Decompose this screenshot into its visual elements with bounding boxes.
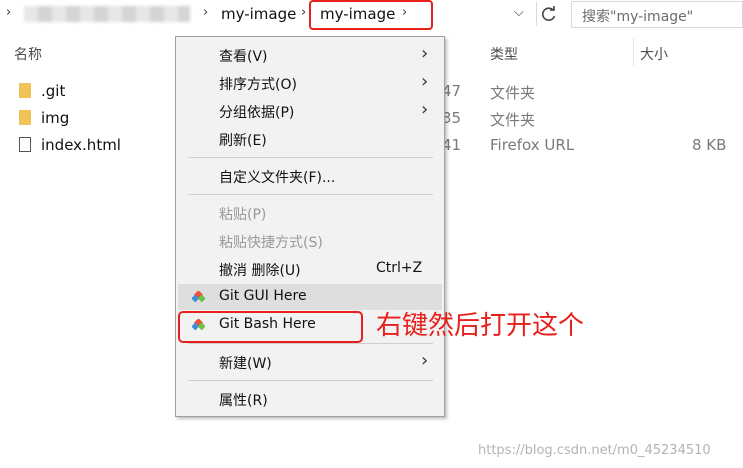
search-placeholder: 搜索"my-image"	[582, 9, 694, 25]
menu-item-customize-folder[interactable]: 自定义文件夹(F)...	[178, 163, 442, 189]
menu-item-label: 属性(R)	[219, 393, 268, 409]
menu-item-paste-shortcut[interactable]: 粘贴快捷方式(S)	[178, 228, 442, 254]
file-size: 8 KB	[692, 136, 727, 154]
blurred-path	[24, 6, 190, 22]
menu-item-undo-delete[interactable]: 撤消 删除(U) Ctrl+Z	[178, 256, 442, 282]
highlight-box-breadcrumb	[309, 0, 433, 30]
highlight-box-git-bash	[178, 311, 363, 343]
address-bar: › › my-image › my-image › ⌵ 搜索"my-image"	[0, 0, 743, 30]
menu-separator	[188, 157, 433, 158]
submenu-arrow-icon: ›	[421, 99, 429, 120]
menu-item-paste[interactable]: 粘贴(P)	[178, 200, 442, 226]
menu-item-label: 排序方式(O)	[219, 77, 297, 93]
folder-icon	[19, 83, 31, 98]
menu-item-label: 查看(V)	[219, 49, 268, 65]
menu-item-properties[interactable]: 属性(R)	[178, 386, 442, 412]
menu-item-sort[interactable]: 排序方式(O) ›	[178, 70, 442, 96]
menu-item-label: 分组依据(P)	[219, 105, 295, 121]
menu-item-view[interactable]: 查看(V) ›	[178, 42, 442, 68]
menu-separator	[188, 380, 433, 381]
file-name: index.html	[41, 136, 121, 154]
file-name: img	[41, 109, 70, 127]
menu-item-label: 自定义文件夹(F)...	[219, 170, 336, 186]
watermark: https://blog.csdn.net/m0_45234510	[478, 443, 711, 458]
file-name: .git	[41, 82, 66, 100]
file-icon	[19, 137, 31, 152]
chevron-right-icon[interactable]: ›	[203, 5, 208, 20]
context-menu: 查看(V) › 排序方式(O) › 分组依据(P) › 刷新(E) 自定义文件夹…	[175, 36, 445, 417]
menu-item-label: 粘贴(P)	[219, 207, 267, 223]
search-input[interactable]: 搜索"my-image"	[571, 1, 743, 28]
menu-item-shortcut: Ctrl+Z	[376, 260, 423, 276]
submenu-arrow-icon: ›	[421, 350, 429, 371]
column-divider[interactable]	[633, 38, 634, 66]
refresh-icon	[542, 6, 556, 21]
column-header-size[interactable]: 大小	[640, 44, 668, 64]
submenu-arrow-icon: ›	[421, 43, 429, 64]
column-header-type[interactable]: 类型	[490, 44, 518, 64]
submenu-arrow-icon: ›	[421, 71, 429, 92]
menu-item-label: 新建(W)	[219, 356, 272, 372]
chevron-right-icon[interactable]: ›	[301, 5, 306, 20]
breadcrumb-item[interactable]: my-image	[221, 5, 296, 23]
menu-item-label: 刷新(E)	[219, 133, 267, 149]
folder-icon	[19, 110, 31, 125]
menu-item-label: Git GUI Here	[219, 288, 307, 304]
file-type: Firefox URL	[490, 136, 575, 154]
column-header-name[interactable]: 名称	[14, 44, 42, 64]
annotation-text: 右键然后打开这个	[376, 311, 585, 341]
menu-item-label: 撤消 删除(U)	[219, 263, 301, 279]
menu-separator	[188, 194, 433, 195]
menu-separator	[188, 343, 433, 344]
chevron-down-icon[interactable]: ⌵	[514, 5, 524, 20]
chevron-right-icon[interactable]: ›	[6, 5, 11, 20]
menu-item-label: 粘贴快捷方式(S)	[219, 235, 323, 251]
file-type: 文件夹	[490, 111, 536, 129]
menu-item-new[interactable]: 新建(W) ›	[178, 349, 442, 375]
menu-item-group[interactable]: 分组依据(P) ›	[178, 98, 442, 124]
git-icon	[192, 291, 205, 303]
file-type: 文件夹	[490, 84, 536, 102]
menu-item-refresh[interactable]: 刷新(E)	[178, 126, 442, 152]
refresh-button[interactable]	[536, 2, 560, 26]
